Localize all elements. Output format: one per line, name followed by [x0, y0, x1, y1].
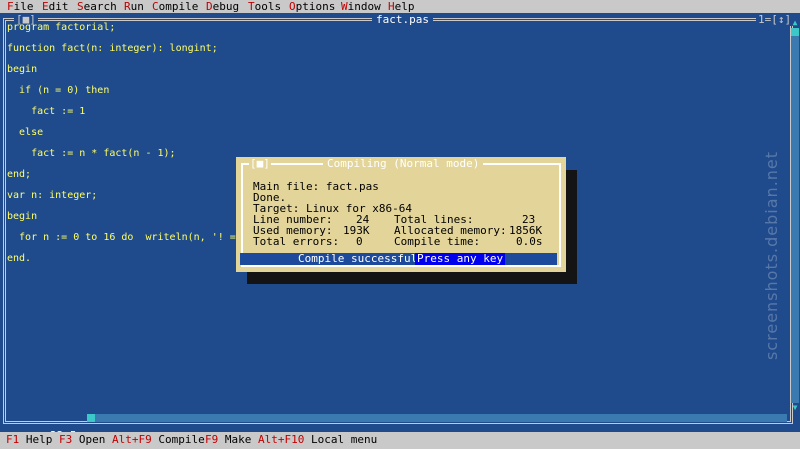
scroll-down-icon[interactable]: ▼ [791, 403, 799, 413]
code-line[interactable]: else [7, 126, 43, 139]
hscroll-thumb[interactable] [87, 414, 95, 422]
total-errors-value: 0 [356, 235, 363, 248]
status-compile[interactable]: Alt+F9 Compile [112, 433, 205, 447]
menu-compile[interactable]: Compile [152, 0, 198, 13]
editor-window-title: fact.pas [372, 13, 433, 26]
menu-help[interactable]: Help [388, 0, 415, 13]
menu-bar: File Edit Search Run Compile Debug Tools… [0, 0, 800, 13]
code-line[interactable]: begin [7, 63, 37, 76]
compile-success-message: Compile successful: [298, 252, 424, 265]
scroll-up-icon[interactable]: ▲ [791, 18, 799, 28]
code-line[interactable]: function fact(n: integer): longint; [7, 42, 218, 55]
menu-search[interactable]: Search [77, 0, 117, 13]
code-line[interactable]: end; [7, 168, 31, 181]
horizontal-scrollbar[interactable] [87, 414, 787, 422]
code-line[interactable]: var n: integer; [7, 189, 97, 202]
vertical-scrollbar[interactable] [791, 28, 799, 403]
status-open[interactable]: F3 Open [59, 433, 105, 447]
code-line[interactable]: fact := n * fact(n - 1); [7, 147, 176, 160]
dialog-close-icon[interactable]: [■] [249, 157, 271, 171]
menu-window[interactable]: Window [341, 0, 381, 13]
status-help[interactable]: F1 Help [6, 433, 52, 447]
code-line[interactable]: if (n = 0) then [7, 84, 109, 97]
code-line[interactable]: begin [7, 210, 37, 223]
total-errors-label: Total errors: [253, 235, 340, 248]
menu-tools[interactable]: Tools [248, 0, 281, 13]
compile-time-value: 0.0s [516, 235, 543, 248]
watermark: screenshots.debian.net [762, 150, 781, 360]
editor-title-bar: [■] fact.pas 1=[↕] [0, 13, 800, 26]
code-line[interactable]: end. [7, 252, 31, 265]
status-bar: F1 Help F3 Open Alt+F9 Compile F9 Make A… [0, 432, 800, 449]
menu-debug[interactable]: Debug [206, 0, 239, 13]
press-any-key-prompt[interactable]: Press any key [415, 253, 506, 265]
menu-options[interactable]: Options [289, 0, 335, 13]
menu-edit[interactable]: Edit [42, 0, 69, 13]
dialog-title-bar: [■] Compiling (Normal mode) [236, 157, 566, 171]
dialog-message-bar: Compile successful: Press any key [240, 253, 557, 265]
code-line[interactable]: fact := 1 [7, 105, 85, 118]
menu-file[interactable]: File [7, 0, 34, 13]
status-local-menu[interactable]: Alt+F10 Local menu [258, 433, 377, 447]
menu-run[interactable]: Run [124, 0, 144, 13]
dialog-title: Compiling (Normal mode) [323, 157, 484, 171]
window-number-zoom-icon[interactable]: 1=[↕] [756, 13, 794, 26]
compile-time-label: Compile time: [394, 235, 481, 248]
code-line[interactable]: for n := 0 to 16 do writeln(n, '! = [7, 231, 242, 244]
code-line[interactable]: program factorial; [7, 21, 115, 34]
status-make[interactable]: F9 Make [205, 433, 251, 447]
scroll-thumb[interactable] [791, 28, 799, 36]
compile-dialog[interactable]: [■] Compiling (Normal mode) Main file: f… [236, 157, 566, 272]
